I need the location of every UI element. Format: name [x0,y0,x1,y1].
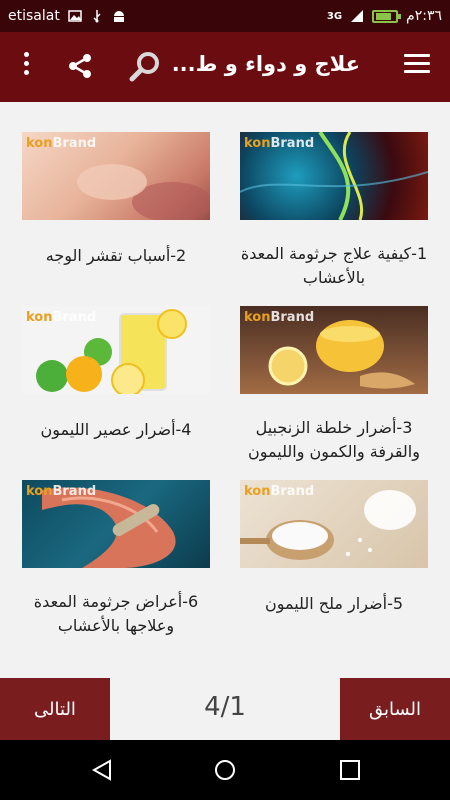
system-navigation-bar [0,740,450,800]
article-card-1[interactable]: konBrand 1-كيفية علاج جرثومة المعدة بالأ… [240,132,428,290]
page-indicator: 4/1 [204,692,246,722]
page-title: علاج و دواء و ط... [171,52,360,76]
image-notification-icon [68,10,82,22]
article-thumbnail-lemon-juice: konBrand [22,306,210,394]
back-icon[interactable] [90,758,114,782]
watermark-logo: konBrand [26,484,97,499]
article-caption: 1-كيفية علاج جرثومة المعدة بالأعشاب [240,244,428,287]
watermark-logo: konBrand [26,136,97,151]
article-card-3[interactable]: konBrand 3-أضرار خلطة الزنجبيل والقرفة و… [240,306,428,464]
article-thumbnail-ginger-tea: konBrand [240,306,428,394]
article-caption: 4-أضرار عصير الليمون [40,420,192,439]
home-icon[interactable] [213,758,237,782]
article-thumbnail-lemon-salt: konBrand [240,480,428,568]
article-thumbnail-bacteria: konBrand [240,132,428,220]
watermark-logo: konBrand [244,136,315,151]
status-bar: etisalat 3G ٢:٣٦م [0,0,450,32]
clock-label: ٢:٣٦م [406,8,442,24]
watermark-logo: konBrand [26,310,97,325]
android-icon [113,11,124,22]
article-card-2[interactable]: konBrand 2-أسباب تقشر الوجه [22,132,210,268]
article-card-4[interactable]: konBrand 4-أضرار عصير الليمون [22,306,210,442]
share-icon[interactable] [66,52,94,80]
article-card-5[interactable]: konBrand 5-أضرار ملح الليمون [240,480,428,616]
article-caption: 6-أعراض جرثومة المعدة وعلاجها بالأعشاب [33,592,199,635]
article-caption: 2-أسباب تقشر الوجه [45,246,187,265]
article-thumbnail-stomach-bacteria: konBrand [22,480,210,568]
article-caption: 5-أضرار ملح الليمون [264,594,404,613]
previous-button[interactable]: السابق [340,678,450,740]
more-options-icon[interactable] [20,52,32,80]
network-type-label: 3G [326,10,343,22]
article-thumbnail-face-skin: konBrand [22,132,210,220]
search-icon[interactable] [128,50,162,84]
hamburger-menu-icon[interactable] [404,54,430,76]
signal-icon [351,10,364,22]
recent-apps-icon[interactable] [338,758,362,782]
carrier-label: etisalat [8,8,60,24]
app-bar: علاج و دواء و ط... [0,32,450,102]
pagination-bar: التالى 4/1 السابق [0,678,450,740]
article-card-6[interactable]: konBrand 6-أعراض جرثومة المعدة وعلاجها ب… [22,480,210,638]
watermark-logo: konBrand [244,310,315,325]
next-button[interactable]: التالى [0,678,110,740]
battery-icon [372,9,402,23]
article-grid: konBrand 1-كيفية علاج جرثومة المعدة بالأ… [0,102,450,678]
article-caption: 3-أضرار خلطة الزنجبيل والقرفة والكمون وا… [248,418,420,461]
watermark-logo: konBrand [244,484,315,499]
usb-icon [93,10,101,23]
